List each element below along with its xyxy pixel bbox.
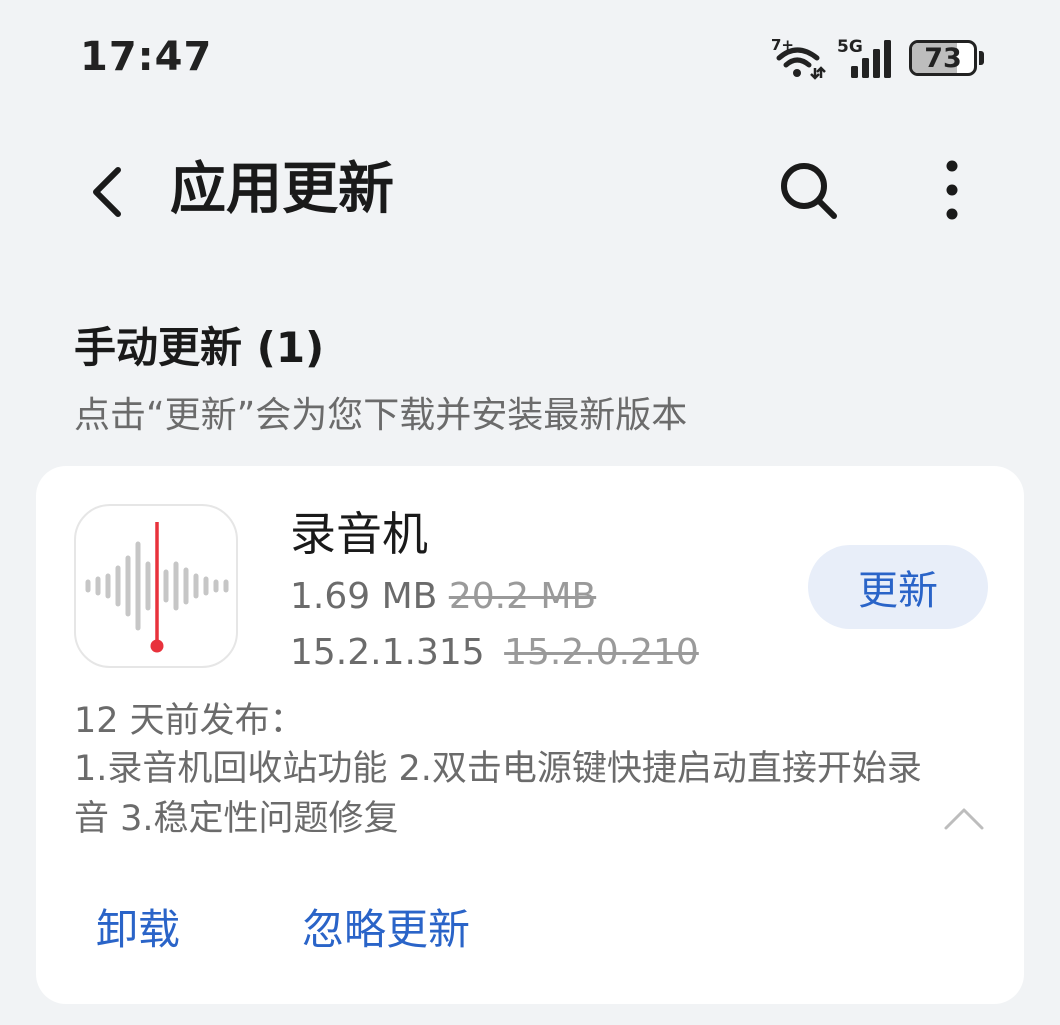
more-options-button[interactable]: [928, 156, 976, 226]
battery-body: 73: [909, 40, 977, 76]
section-subtitle: 点击“更新”会为您下载并安装最新版本: [74, 395, 688, 436]
version-line: 15.2.1.315 15.2.0.210: [290, 626, 699, 680]
update-button[interactable]: 更新: [808, 545, 988, 629]
battery-level: 73: [924, 42, 962, 74]
battery-icon: 73: [909, 40, 984, 76]
status-icons: 7+ 5G 73: [771, 36, 984, 80]
app-icon[interactable]: [74, 504, 238, 668]
more-vertical-icon: [946, 160, 958, 220]
section-title: 手动更新 (1): [74, 323, 325, 372]
old-version: 15.2.0.210: [504, 632, 699, 673]
uninstall-button[interactable]: 卸载: [96, 898, 180, 962]
voice-recorder-icon: [85, 522, 229, 653]
old-size: 20.2 MB: [448, 576, 597, 617]
battery-cap: [979, 51, 984, 65]
release-date: 12 天前发布：: [74, 701, 305, 741]
ignore-update-button[interactable]: 忽略更新: [302, 898, 470, 962]
back-button[interactable]: [82, 156, 134, 228]
5g-signal-icon: 5G: [837, 37, 891, 78]
search-icon: [781, 163, 837, 219]
app-name: 录音机: [290, 507, 428, 561]
status-time: 17:47: [80, 34, 213, 80]
network-label: 5G: [837, 37, 863, 57]
wifi-6-plus-icon: 7+: [771, 36, 826, 80]
page-title: 应用更新: [170, 157, 394, 222]
search-button[interactable]: [774, 156, 844, 226]
release-notes: 1.录音机回收站功能 2.双击电源键快捷启动直接开始录音 3.稳定性问题修复: [74, 749, 922, 839]
new-version: 15.2.1.315: [290, 632, 485, 673]
chevron-up-icon: [944, 808, 984, 830]
size-line: 1.69 MB 20.2 MB: [290, 570, 596, 624]
new-size: 1.69 MB: [290, 576, 438, 617]
back-arrow-icon: [93, 167, 121, 217]
collapse-button[interactable]: [942, 798, 986, 838]
